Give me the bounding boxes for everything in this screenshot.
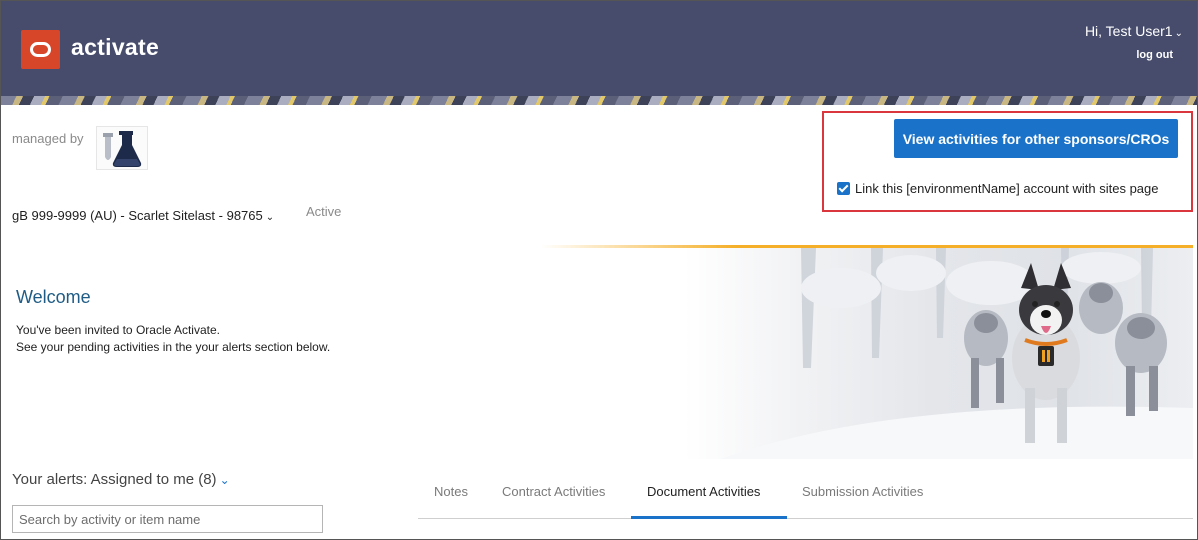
alerts-header-label: Your alerts: Assigned to me (8) xyxy=(12,471,217,488)
oracle-ring-icon xyxy=(30,42,51,57)
managed-by-label: managed by xyxy=(12,131,84,146)
chevron-down-icon: ⌄ xyxy=(265,212,275,223)
lab-flask-icon xyxy=(103,131,142,167)
link-account-row[interactable]: Link this [environmentName] account with… xyxy=(837,181,1159,196)
welcome-title: Welcome xyxy=(16,287,91,307)
top-header-bar: activate Hi, Test User1 ⌄ log out xyxy=(1,1,1197,96)
view-other-sponsors-button[interactable]: View activities for other sponsors/CROs xyxy=(894,119,1178,158)
site-selector[interactable]: gB 999-9999 (AU) - Scarlet Sitelast - 98… xyxy=(12,208,274,223)
sled-dogs-hero-image xyxy=(541,248,1193,459)
app-title: activate xyxy=(71,34,160,60)
oracle-logo-icon[interactable] xyxy=(21,30,60,69)
chevron-down-icon: ⌄ xyxy=(219,473,230,487)
alerts-filter-dropdown[interactable]: Your alerts: Assigned to me (8) ⌄ xyxy=(12,471,230,488)
site-status-label: Active xyxy=(306,204,342,219)
site-selector-value: gB 999-9999 (AU) - Scarlet Sitelast - 98… xyxy=(12,208,263,223)
activity-tabs: Notes Contract Activities Document Activ… xyxy=(418,475,1193,519)
alerts-search-input[interactable] xyxy=(12,505,323,533)
logout-link[interactable]: log out xyxy=(1136,49,1173,61)
welcome-text-line-1: You've been invited to Oracle Activate. xyxy=(16,323,220,337)
user-menu[interactable]: Hi, Test User1 ⌄ xyxy=(1085,23,1183,39)
decorative-banner xyxy=(1,96,1197,105)
welcome-text-line-2: See your pending activities in the your … xyxy=(16,340,331,354)
tab-contract-activities[interactable]: Contract Activities xyxy=(502,484,605,499)
app-frame: activate Hi, Test User1 ⌄ log out managed… xyxy=(0,0,1198,540)
sled-dogs-illustration xyxy=(721,248,1193,459)
active-tab-indicator xyxy=(631,516,787,519)
user-greeting: Hi, Test User1 xyxy=(1084,23,1173,39)
link-account-checkbox[interactable] xyxy=(837,182,850,195)
link-account-label: Link this [environmentName] account with… xyxy=(855,181,1159,196)
chevron-down-icon: ⌄ xyxy=(1174,28,1183,39)
tab-document-activities[interactable]: Document Activities xyxy=(647,484,760,499)
tab-notes[interactable]: Notes xyxy=(434,484,468,499)
tab-submission-activities[interactable]: Submission Activities xyxy=(802,484,923,499)
sponsor-logo xyxy=(96,126,148,170)
